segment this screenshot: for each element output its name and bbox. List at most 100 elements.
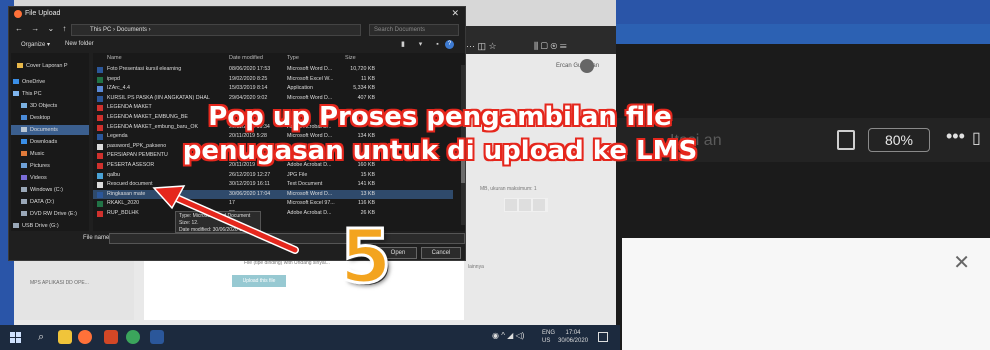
notification-icon[interactable] [598, 332, 608, 342]
system-tray-icons[interactable]: ◉ ^ ◢ ◁) [492, 331, 524, 340]
file-name: ipepd [107, 75, 120, 82]
clock[interactable]: 17:04 30/06/2020 [558, 329, 588, 345]
folder-icon [17, 63, 23, 69]
word-file-icon [97, 67, 103, 73]
file-size: 141 KB [357, 181, 375, 188]
sidebar-item-usb-drive-g[interactable]: USB Drive (G:) [11, 221, 89, 231]
help-icon[interactable]: ? [445, 40, 454, 49]
sidebar-item-onedrive[interactable]: OneDrive [11, 77, 89, 87]
sidebar-item-label: Downloads [30, 139, 58, 145]
sidebar-item-music[interactable]: Music [11, 149, 89, 159]
sidebar-item-label: 3D Objects [30, 103, 58, 109]
file-type: JPG File [287, 171, 308, 178]
sidebar-item-windows-c[interactable]: Windows (C:) [11, 185, 89, 195]
pdf-file-icon [97, 163, 103, 169]
music-icon [21, 151, 27, 157]
new-folder-button[interactable]: New folder [65, 41, 94, 47]
view-toggle-group[interactable] [504, 198, 548, 212]
chrome-icon[interactable] [126, 330, 140, 344]
firefox-icon[interactable] [78, 330, 92, 344]
file-row[interactable]: qalbu 26/12/2019 12:27 JPG File 15 KB [93, 171, 453, 180]
col-date[interactable]: Date modified [229, 55, 263, 61]
powerpoint-icon[interactable] [104, 330, 118, 344]
sidebar-item-this-pc[interactable]: This PC [11, 89, 89, 99]
library-icon[interactable]: ⫼ ▢ ⊛ ☰ [534, 41, 567, 52]
text-file-icon [97, 182, 103, 189]
nav-arrows-icon[interactable]: ← → ⌄ ↑ [15, 24, 69, 33]
text-file-icon [97, 143, 103, 150]
address-path[interactable]: This PC › Documents › [71, 24, 361, 36]
annotation-arrow [152, 185, 299, 254]
file-size: 10,720 KB [350, 66, 375, 72]
col-size[interactable]: Size [345, 55, 356, 61]
close-icon[interactable]: ✕ [953, 250, 970, 275]
upload-file-button[interactable]: Upload this file [232, 275, 286, 287]
documents-icon [21, 127, 27, 133]
upload-hint-right: lainnya [468, 264, 484, 270]
address-bar-row: ← → ⌄ ↑ This PC › Documents › Search Doc… [9, 23, 465, 37]
word-file-icon [97, 134, 103, 141]
pdf-file-icon [97, 105, 103, 112]
search-icon[interactable]: ⌕ [38, 331, 44, 344]
excel-file-icon [97, 201, 103, 208]
file-row[interactable]: IZArc_4.4 15/03/2019 8:14 Application 5,334… [93, 84, 453, 93]
computer-icon [13, 91, 19, 97]
course-sidebar [14, 258, 134, 320]
sidebar-item-pictures[interactable]: Pictures [11, 161, 89, 171]
col-name[interactable]: Name [107, 55, 122, 61]
extensions-icon[interactable]: ··· ◫ ☆ [466, 41, 497, 52]
firefox-icon [14, 10, 22, 18]
cancel-button[interactable]: Cancel [421, 247, 461, 259]
drive-icon [21, 187, 27, 193]
sidebar-item-label: Music [30, 151, 45, 157]
file-date: 08/06/2020 17:53 [229, 66, 271, 72]
organize-button[interactable]: Organize ▾ [21, 41, 50, 48]
zoom-level[interactable]: 80% [868, 128, 930, 152]
dialog-title-bar: File Upload ✕ [9, 7, 465, 21]
col-type[interactable]: Type [287, 55, 299, 61]
file-date: 19/02/2020 8:25 [229, 75, 268, 82]
sidebar-item-label: DATA (D:) [30, 199, 55, 205]
secondary-screenshot: Itasi an 80% ••• ▯ ✕ [610, 24, 990, 350]
file-size: 5,334 KB [353, 85, 375, 92]
pdf-file-icon [97, 124, 103, 131]
view-options-icon[interactable]: ▮ ▾ ▪ [401, 40, 445, 48]
sidebar-item-label: Cover Laporan P [26, 63, 68, 69]
sidebar-course-item[interactable]: MPS APLIKASI DD OPE... [30, 280, 89, 286]
toolbar-extra-icon[interactable]: ▯ [972, 128, 981, 148]
sidebar-item-dvd-rw-drive-e[interactable]: DVD RW Drive (E:) [11, 209, 89, 219]
file-type: Microsoft Excel W... [287, 75, 334, 82]
file-explorer-icon[interactable] [58, 330, 72, 344]
upload-size-note: MB, ukuran maksimum: 1 [480, 186, 537, 192]
column-headers: Name Date modified Type Size [93, 53, 465, 63]
sidebar-item-videos[interactable]: Videos [11, 173, 89, 183]
file-row[interactable]: ipepd 19/02/2020 8:25 Microsoft Excel W...… [93, 75, 453, 84]
search-input[interactable]: Search Documents [369, 24, 459, 36]
more-options-icon[interactable]: ••• [946, 126, 965, 147]
sidebar-item-label: Windows (C:) [30, 187, 64, 193]
close-icon[interactable]: ✕ [451, 8, 459, 19]
word-icon[interactable] [150, 330, 164, 344]
sidebar-item-downloads[interactable]: Downloads [11, 137, 89, 147]
sidebar-item-3d-objects[interactable]: 3D Objects [11, 101, 89, 111]
sidebar-item-data-d[interactable]: DATA (D:) [11, 197, 89, 207]
sidebar-item-documents[interactable]: Documents [11, 125, 89, 135]
pdf-file-icon [97, 115, 103, 121]
modal-panel: ✕ [622, 238, 990, 350]
app-file-icon [97, 86, 103, 93]
filename-label: File name: [83, 235, 112, 241]
file-size: 15 KB [360, 171, 375, 178]
sidebar-item-cover-laporan-p[interactable]: Cover Laporan P [11, 61, 89, 71]
sidebar-item-label: Documents [30, 127, 58, 133]
desktop-icon [21, 115, 27, 121]
file-row[interactable]: Foto Presentasi kursil elearning 08/06/20… [93, 65, 453, 74]
windows-start-icon[interactable] [10, 332, 21, 343]
dvd-icon [21, 211, 27, 217]
file-size: 13 KB [360, 190, 375, 197]
avatar[interactable] [580, 59, 594, 73]
sidebar-item-desktop[interactable]: Desktop [11, 113, 89, 123]
language-indicator[interactable]: ENG US [542, 329, 555, 345]
step-number: 5 [339, 214, 393, 300]
file-date: 26/12/2019 12:27 [229, 171, 271, 178]
page-view-icon[interactable] [837, 130, 855, 150]
